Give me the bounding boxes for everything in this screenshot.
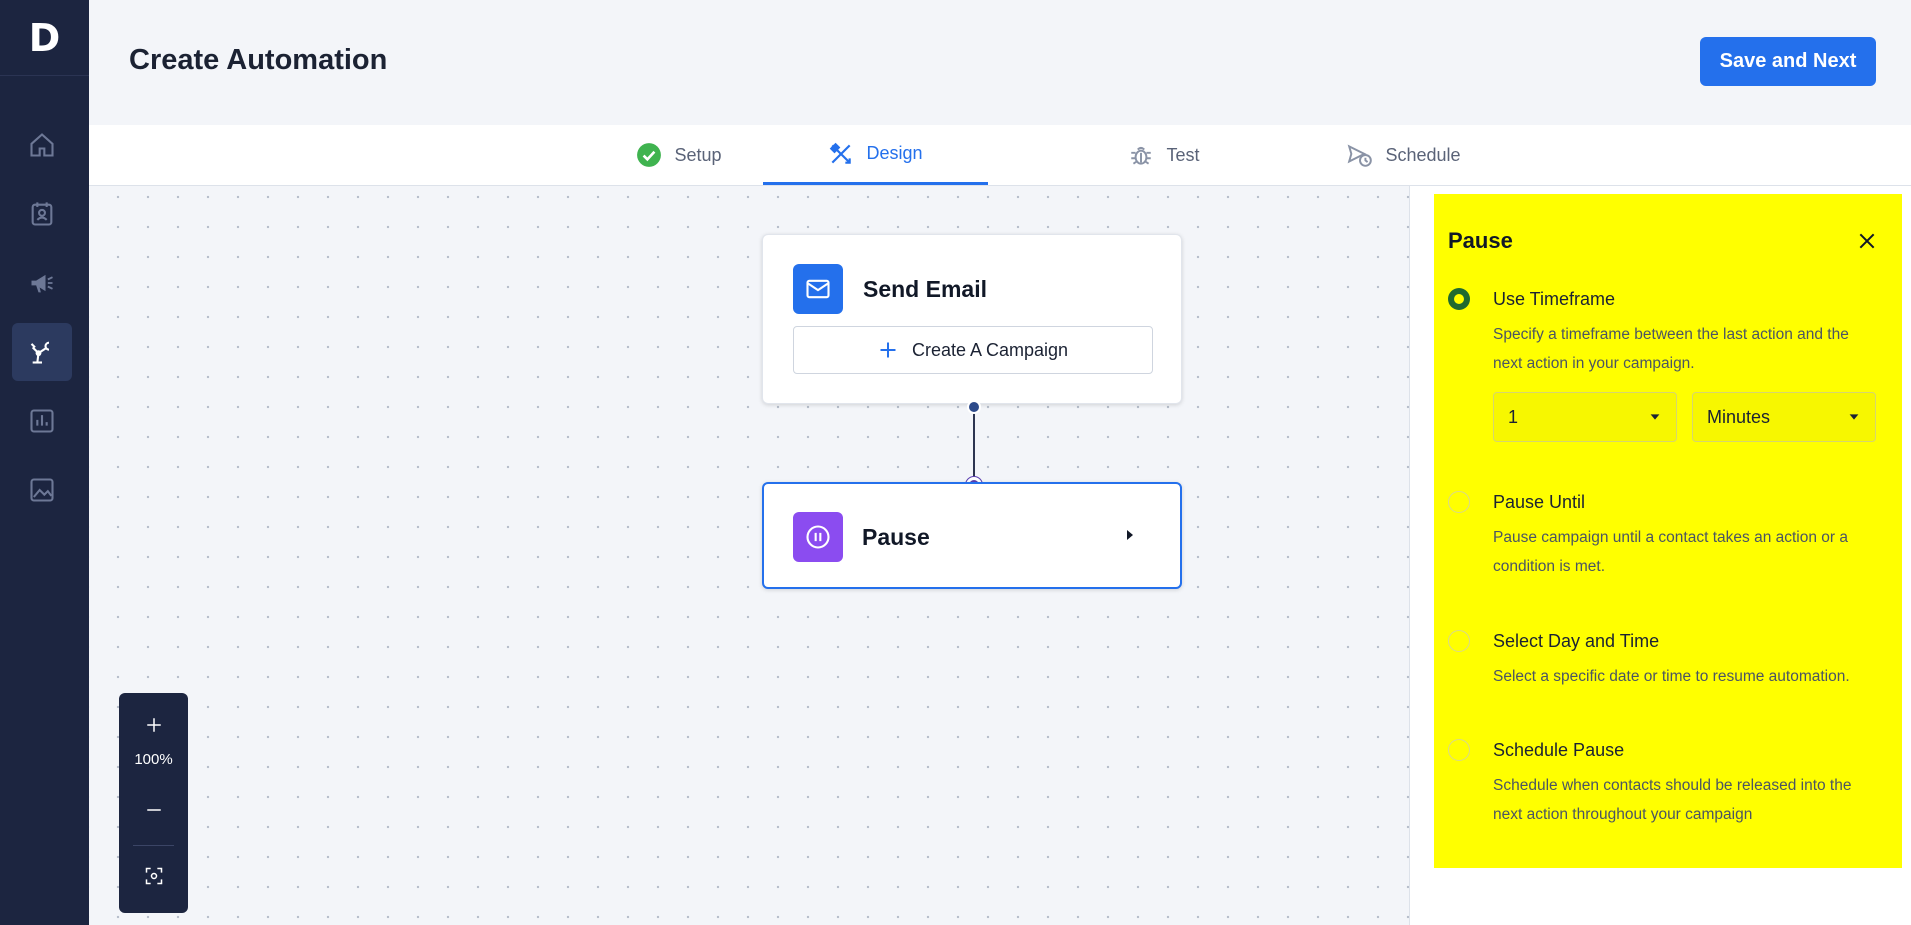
save-and-next-button[interactable]: Save and Next — [1700, 37, 1876, 86]
zoom-in-button[interactable] — [119, 705, 188, 745]
select-day-time-label[interactable]: Select Day and Time — [1493, 630, 1659, 652]
schedule-pause-description: Schedule when contacts should be release… — [1493, 777, 1852, 823]
reports-icon — [30, 409, 54, 433]
page-header: Create Automation Save and Next — [89, 0, 1911, 125]
use-timeframe-description: Specify a timeframe between the last act… — [1493, 326, 1849, 372]
send-email-node[interactable]: Send Email Create A Campaign — [762, 234, 1182, 404]
select-day-time-description: Select a specific date or time to resume… — [1493, 668, 1850, 685]
design-tools-icon — [830, 142, 852, 164]
step-tabs: Setup Design Test Schedule — [89, 125, 1911, 186]
send-email-title: Send Email — [863, 276, 987, 302]
use-timeframe-label[interactable]: Use Timeframe — [1493, 288, 1615, 310]
email-node-icon — [793, 264, 843, 314]
caret-down-icon — [1849, 414, 1859, 420]
sidebar-item-reports[interactable] — [12, 392, 72, 450]
zoom-controls: 100% — [119, 693, 188, 913]
zoom-level: 100% — [134, 751, 173, 768]
pause-node-icon — [793, 512, 843, 562]
close-icon — [1859, 233, 1875, 249]
bug-icon — [1131, 146, 1152, 165]
automation-icon — [30, 341, 50, 364]
image-icon — [30, 478, 54, 502]
zoom-divider — [133, 845, 174, 846]
pause-until-label[interactable]: Pause Until — [1493, 491, 1585, 513]
focus-icon — [145, 867, 162, 885]
caret-down-icon — [1650, 414, 1660, 420]
connector-out-handle[interactable] — [967, 400, 981, 414]
use-timeframe-radio[interactable] — [1448, 288, 1470, 310]
select-day-time-radio[interactable] — [1448, 630, 1470, 652]
pause-until-description: Pause campaign until a contact takes an … — [1493, 529, 1848, 575]
minus-icon — [146, 809, 161, 811]
sidebar-item-media[interactable] — [12, 461, 72, 519]
page-title: Create Automation — [129, 44, 388, 76]
sidebar-item-contacts[interactable] — [12, 185, 72, 243]
sidebar-item-automation[interactable] — [12, 323, 72, 381]
app-logo[interactable]: D — [0, 0, 89, 76]
home-icon — [30, 133, 54, 157]
pause-until-radio[interactable] — [1448, 491, 1470, 513]
megaphone-icon — [31, 274, 53, 293]
option-select-day-time: Select Day and Time Select a specific da… — [1448, 630, 1888, 700]
option-pause-until: Pause Until Pause campaign until a conta… — [1448, 491, 1888, 591]
caret-right-icon[interactable] — [1122, 527, 1138, 543]
tab-design-label: Design — [866, 143, 923, 163]
plus-icon — [880, 342, 896, 358]
sidebar: D — [0, 0, 89, 925]
tab-design[interactable]: Design — [763, 125, 988, 185]
check-circle-icon — [637, 143, 662, 167]
fit-view-button[interactable] — [119, 856, 188, 896]
workflow-canvas[interactable] — [89, 186, 1409, 925]
pause-circle-icon — [806, 525, 830, 549]
pause-node[interactable]: Pause — [762, 482, 1182, 589]
schedule-pause-label[interactable]: Schedule Pause — [1493, 739, 1624, 761]
tab-test[interactable]: Test — [1089, 125, 1239, 185]
panel-title: Pause — [1448, 228, 1513, 253]
create-campaign-button[interactable]: Create A Campaign — [793, 326, 1153, 374]
close-panel-button[interactable] — [1852, 226, 1882, 256]
pause-node-title: Pause — [862, 524, 930, 550]
timeframe-unit-value: Minutes — [1707, 406, 1771, 427]
tab-schedule-label: Schedule — [1385, 144, 1461, 165]
envelope-icon — [806, 279, 830, 299]
timeframe-amount-value: 1 — [1508, 406, 1519, 427]
create-campaign-label: Create A Campaign — [911, 339, 1069, 360]
pause-settings-panel: Pause Use Timeframe Specify a timeframe … — [1434, 194, 1902, 868]
schedule-send-icon — [1348, 144, 1373, 167]
sidebar-item-home[interactable] — [12, 116, 72, 174]
option-schedule-pause: Schedule Pause Schedule when contacts sh… — [1448, 739, 1888, 839]
node-connector — [973, 406, 975, 484]
timeframe-amount-select[interactable]: 1 — [1493, 392, 1677, 442]
tab-schedule[interactable]: Schedule — [1319, 125, 1489, 185]
sidebar-item-campaigns[interactable] — [12, 254, 72, 312]
tab-setup-label: Setup — [674, 144, 722, 165]
contacts-icon — [31, 202, 53, 226]
schedule-pause-radio[interactable] — [1448, 739, 1470, 761]
zoom-out-button[interactable] — [119, 790, 188, 830]
tab-setup[interactable]: Setup — [579, 125, 779, 185]
plus-icon — [146, 718, 161, 732]
tab-test-label: Test — [1166, 144, 1200, 165]
timeframe-unit-select[interactable]: Minutes — [1692, 392, 1876, 442]
